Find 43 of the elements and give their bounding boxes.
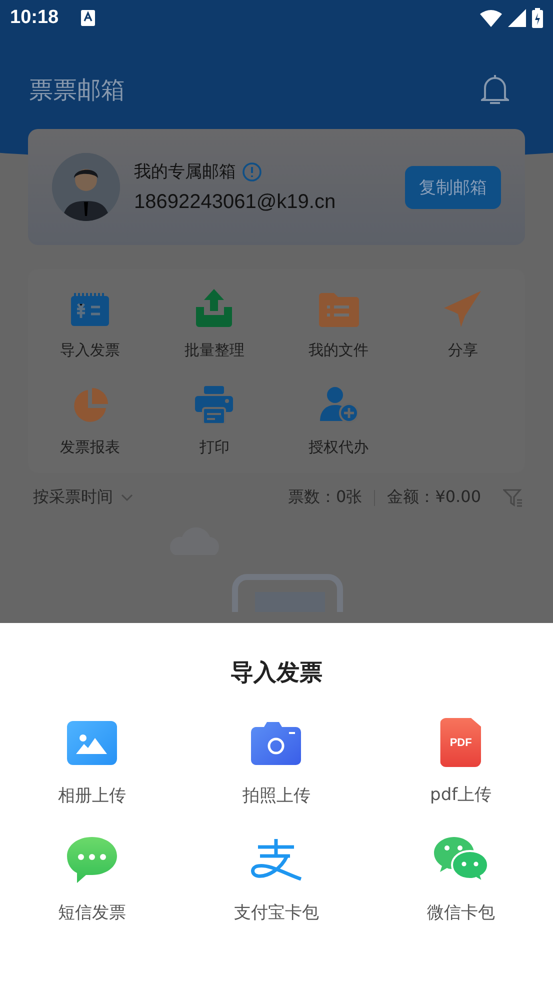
option-label[interactable]: 短信发票 xyxy=(58,901,126,924)
pdf-badge-text: PDF xyxy=(450,736,472,748)
sheet-title: 导入发票 xyxy=(230,659,322,688)
mailbox-label: 我的专属邮箱 xyxy=(134,161,236,183)
ticket-count: 票数：0张 xyxy=(288,487,362,508)
folder-list-icon xyxy=(318,293,359,327)
option-label[interactable]: pdf上传 xyxy=(430,783,492,806)
copy-email-button[interactable]: 复制邮箱 xyxy=(405,166,501,208)
wechat-logo-icon xyxy=(434,837,488,883)
feature-label[interactable]: 分享 xyxy=(448,341,478,360)
option-label[interactable]: 微信卡包 xyxy=(426,901,495,924)
feature-label[interactable]: 我的文件 xyxy=(308,341,369,360)
bell-icon[interactable] xyxy=(481,75,509,105)
feature-label[interactable]: 批量整理 xyxy=(184,341,244,360)
upload-tray-icon xyxy=(195,289,234,327)
total-amount: 金额：¥0.00 xyxy=(387,487,481,508)
feature-label[interactable]: 发票报表 xyxy=(60,438,120,457)
sort-dropdown[interactable]: 按采票时间 xyxy=(33,487,113,508)
feature-label[interactable]: 导入发票 xyxy=(60,341,120,360)
filter-icon[interactable] xyxy=(503,488,523,508)
signal-icon xyxy=(508,9,526,27)
email-address: 18692243061@k19.cn xyxy=(134,191,337,214)
image-icon xyxy=(67,721,118,765)
pie-chart-icon xyxy=(72,388,108,424)
feature-label[interactable]: 授权代办 xyxy=(308,438,369,457)
app-title: 票票邮箱 xyxy=(29,75,126,106)
camera-icon xyxy=(251,721,302,765)
status-time: 10:18 xyxy=(10,7,59,29)
wifi-icon xyxy=(480,10,502,26)
battery-icon xyxy=(532,8,543,28)
alipay-logo-icon xyxy=(250,839,302,881)
chat-bubble-icon xyxy=(67,837,118,883)
feature-label[interactable]: 打印 xyxy=(199,438,230,457)
user-add-icon xyxy=(320,386,358,424)
printer-icon xyxy=(195,386,234,424)
option-label[interactable]: 拍照上传 xyxy=(242,784,310,807)
keyboard-notification-icon xyxy=(80,10,95,26)
option-label[interactable]: 支付宝卡包 xyxy=(234,901,319,924)
paper-plane-icon xyxy=(444,291,482,327)
info-icon[interactable] xyxy=(242,162,262,182)
invoice-icon xyxy=(70,293,110,327)
chevron-down-icon[interactable] xyxy=(121,494,133,502)
option-label[interactable]: 相册上传 xyxy=(58,784,126,807)
